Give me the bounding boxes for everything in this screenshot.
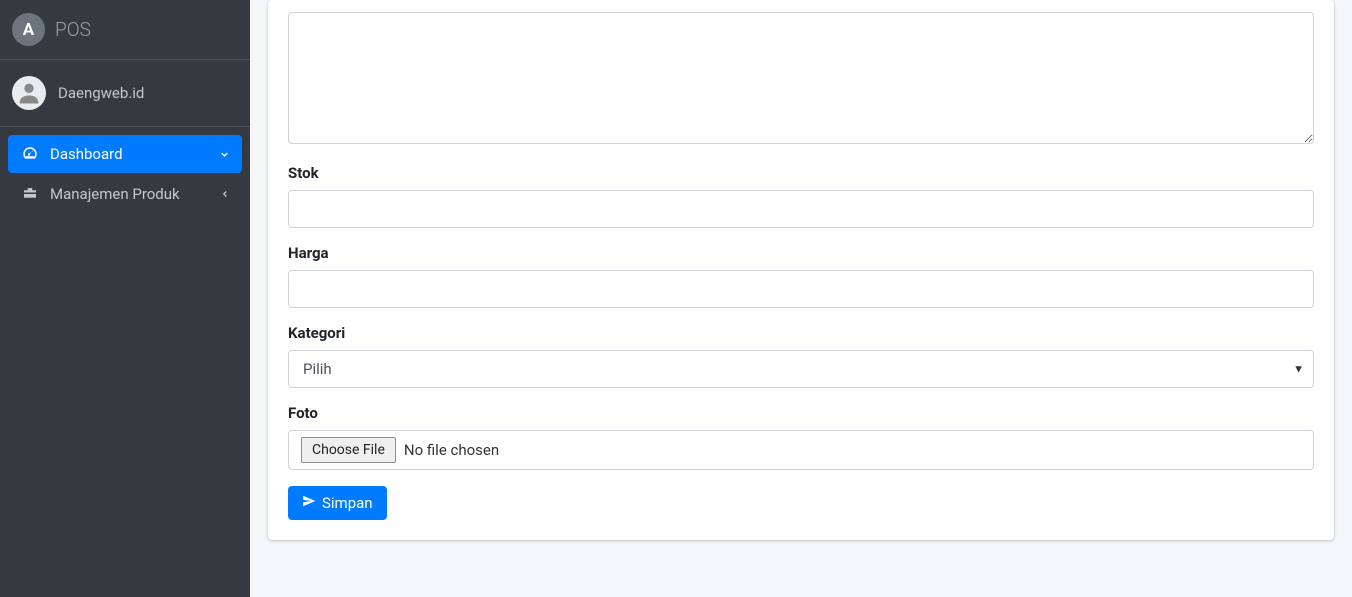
- submit-button[interactable]: Simpan: [288, 486, 387, 520]
- form-group-foto: Foto Choose File No file chosen: [288, 404, 1314, 470]
- harga-input[interactable]: [288, 270, 1314, 308]
- user-panel[interactable]: Daengweb.id: [0, 60, 250, 127]
- main-content: Stok Harga Kategori Pilih ▼ Foto: [250, 0, 1352, 597]
- form-group-harga: Harga: [288, 244, 1314, 308]
- file-input-wrap[interactable]: Choose File No file chosen: [288, 430, 1314, 470]
- user-name: Daengweb.id: [58, 84, 144, 102]
- form-group-description: [288, 0, 1314, 148]
- brand-logo-icon: A: [12, 13, 45, 46]
- description-textarea[interactable]: [288, 12, 1314, 144]
- sidebar-item-manajemen-produk[interactable]: Manajemen Produk: [8, 175, 242, 213]
- brand[interactable]: A POS: [0, 0, 250, 60]
- choose-file-button[interactable]: Choose File: [301, 437, 396, 463]
- form-card: Stok Harga Kategori Pilih ▼ Foto: [268, 0, 1334, 540]
- sidebar-item-label: Manajemen Produk: [50, 185, 180, 203]
- chevron-left-icon: [220, 189, 230, 199]
- submit-button-label: Simpan: [322, 494, 373, 512]
- paper-plane-icon: [302, 494, 316, 512]
- kategori-select[interactable]: Pilih: [288, 350, 1314, 388]
- briefcase-icon: [20, 185, 40, 203]
- stok-input[interactable]: [288, 190, 1314, 228]
- foto-label: Foto: [288, 404, 1314, 422]
- brand-text: POS: [55, 18, 91, 41]
- avatar: [12, 76, 46, 110]
- kategori-label: Kategori: [288, 324, 1314, 342]
- harga-label: Harga: [288, 244, 1314, 262]
- tachometer-icon: [20, 145, 40, 163]
- form-group-stok: Stok: [288, 164, 1314, 228]
- stok-label: Stok: [288, 164, 1314, 182]
- sidebar-item-dashboard[interactable]: Dashboard: [8, 135, 242, 173]
- sidebar: A POS Daengweb.id Dashboard: [0, 0, 250, 597]
- file-status-text: No file chosen: [404, 441, 499, 459]
- sidebar-nav: Dashboard Manajemen Produk: [0, 127, 250, 223]
- chevron-down-icon: [219, 149, 230, 160]
- sidebar-item-label: Dashboard: [50, 145, 123, 163]
- form-group-kategori: Kategori Pilih ▼: [288, 324, 1314, 388]
